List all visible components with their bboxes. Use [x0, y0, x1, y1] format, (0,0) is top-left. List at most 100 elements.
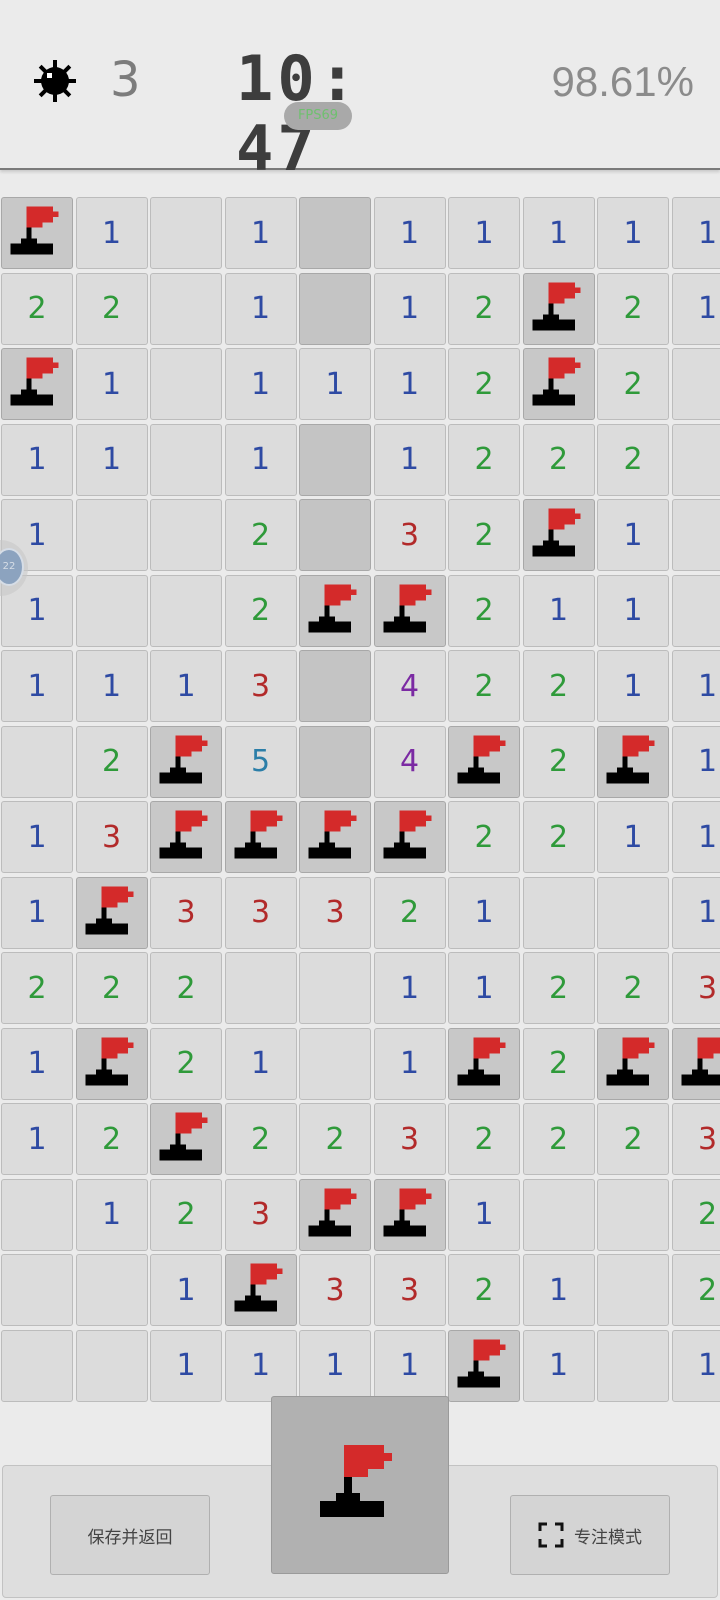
number-cell[interactable]: 4 — [373, 650, 446, 722]
number-cell[interactable]: 2 — [522, 952, 595, 1024]
number-cell[interactable]: 2 — [597, 348, 669, 420]
number-cell[interactable]: 2 — [75, 725, 148, 798]
number-cell[interactable]: 1 — [1, 801, 73, 873]
empty-cell[interactable] — [671, 348, 720, 420]
number-cell[interactable]: 3 — [299, 876, 371, 949]
flagged-cell[interactable] — [448, 1027, 520, 1100]
number-cell[interactable]: 2 — [597, 1103, 669, 1175]
number-cell[interactable]: 1 — [224, 348, 297, 420]
flagged-cell[interactable] — [522, 348, 595, 420]
number-cell[interactable]: 1 — [522, 1329, 595, 1402]
flag-mode-toggle[interactable] — [271, 1396, 449, 1574]
flagged-cell[interactable] — [150, 1103, 222, 1175]
number-cell[interactable]: 2 — [373, 876, 446, 949]
number-cell[interactable]: 1 — [1, 1103, 73, 1175]
number-cell[interactable]: 2 — [224, 1103, 297, 1175]
flagged-cell[interactable] — [1, 197, 73, 269]
unrevealed-cell[interactable] — [299, 650, 371, 722]
empty-cell[interactable] — [597, 876, 669, 949]
number-cell[interactable]: 2 — [522, 1027, 595, 1100]
number-cell[interactable]: 1 — [1, 1027, 73, 1100]
number-cell[interactable]: 1 — [75, 650, 148, 722]
number-cell[interactable]: 1 — [448, 952, 520, 1024]
number-cell[interactable]: 2 — [522, 801, 595, 873]
number-cell[interactable]: 1 — [671, 876, 720, 949]
number-cell[interactable]: 1 — [597, 197, 669, 269]
empty-cell[interactable] — [671, 499, 720, 571]
number-cell[interactable]: 2 — [671, 1178, 720, 1251]
number-cell[interactable]: 1 — [448, 197, 520, 269]
number-cell[interactable]: 1 — [522, 197, 595, 269]
number-cell[interactable]: 1 — [373, 197, 446, 269]
empty-cell[interactable] — [150, 348, 222, 420]
number-cell[interactable]: 3 — [75, 801, 148, 873]
number-cell[interactable]: 2 — [299, 1103, 371, 1175]
number-cell[interactable]: 2 — [224, 574, 297, 647]
empty-cell[interactable] — [522, 1178, 595, 1251]
number-cell[interactable]: 1 — [373, 348, 446, 420]
empty-cell[interactable] — [597, 1329, 669, 1402]
number-cell[interactable]: 1 — [597, 574, 669, 647]
number-cell[interactable]: 1 — [671, 1329, 720, 1402]
flagged-cell[interactable] — [373, 1178, 446, 1251]
flagged-cell[interactable] — [597, 725, 669, 798]
empty-cell[interactable] — [150, 272, 222, 345]
number-cell[interactable]: 1 — [597, 801, 669, 873]
number-cell[interactable]: 1 — [299, 1329, 371, 1402]
flagged-cell[interactable] — [373, 801, 446, 873]
number-cell[interactable]: 2 — [448, 423, 520, 496]
flagged-cell[interactable] — [150, 725, 222, 798]
flagged-cell[interactable] — [522, 272, 595, 345]
flagged-cell[interactable] — [597, 1027, 669, 1100]
number-cell[interactable]: 2 — [522, 423, 595, 496]
number-cell[interactable]: 1 — [1, 423, 73, 496]
number-cell[interactable]: 2 — [448, 272, 520, 345]
number-cell[interactable]: 1 — [224, 423, 297, 496]
number-cell[interactable]: 1 — [373, 272, 446, 345]
number-cell[interactable]: 2 — [448, 499, 520, 571]
unrevealed-cell[interactable] — [299, 197, 371, 269]
empty-cell[interactable] — [299, 952, 371, 1024]
flagged-cell[interactable] — [299, 801, 371, 873]
number-cell[interactable]: 2 — [671, 1254, 720, 1326]
number-cell[interactable]: 1 — [1, 876, 73, 949]
flagged-cell[interactable] — [373, 574, 446, 647]
empty-cell[interactable] — [150, 197, 222, 269]
number-cell[interactable]: 2 — [224, 499, 297, 571]
empty-cell[interactable] — [150, 499, 222, 571]
number-cell[interactable]: 3 — [373, 1254, 446, 1326]
number-cell[interactable]: 1 — [150, 650, 222, 722]
number-cell[interactable]: 1 — [522, 1254, 595, 1326]
number-cell[interactable]: 1 — [224, 1329, 297, 1402]
empty-cell[interactable] — [75, 499, 148, 571]
number-cell[interactable]: 5 — [224, 725, 297, 798]
number-cell[interactable]: 2 — [1, 272, 73, 345]
empty-cell[interactable] — [1, 1178, 73, 1251]
number-cell[interactable]: 3 — [373, 1103, 446, 1175]
number-cell[interactable]: 2 — [1, 952, 73, 1024]
flagged-cell[interactable] — [75, 876, 148, 949]
number-cell[interactable]: 1 — [373, 952, 446, 1024]
number-cell[interactable]: 1 — [75, 1178, 148, 1251]
number-cell[interactable]: 2 — [448, 650, 520, 722]
number-cell[interactable]: 1 — [373, 1329, 446, 1402]
number-cell[interactable]: 1 — [671, 272, 720, 345]
number-cell[interactable]: 3 — [224, 876, 297, 949]
unrevealed-cell[interactable] — [299, 423, 371, 496]
empty-cell[interactable] — [522, 876, 595, 949]
number-cell[interactable]: 2 — [75, 952, 148, 1024]
number-cell[interactable]: 1 — [75, 348, 148, 420]
empty-cell[interactable] — [75, 1329, 148, 1402]
number-cell[interactable]: 1 — [448, 876, 520, 949]
number-cell[interactable]: 1 — [224, 1027, 297, 1100]
flagged-cell[interactable] — [448, 1329, 520, 1402]
flagged-cell[interactable] — [299, 574, 371, 647]
number-cell[interactable]: 2 — [597, 952, 669, 1024]
number-cell[interactable]: 2 — [150, 1027, 222, 1100]
number-cell[interactable]: 2 — [448, 801, 520, 873]
number-cell[interactable]: 1 — [150, 1254, 222, 1326]
number-cell[interactable]: 3 — [373, 499, 446, 571]
number-cell[interactable]: 1 — [671, 801, 720, 873]
number-cell[interactable]: 1 — [671, 650, 720, 722]
unrevealed-cell[interactable] — [299, 272, 371, 345]
